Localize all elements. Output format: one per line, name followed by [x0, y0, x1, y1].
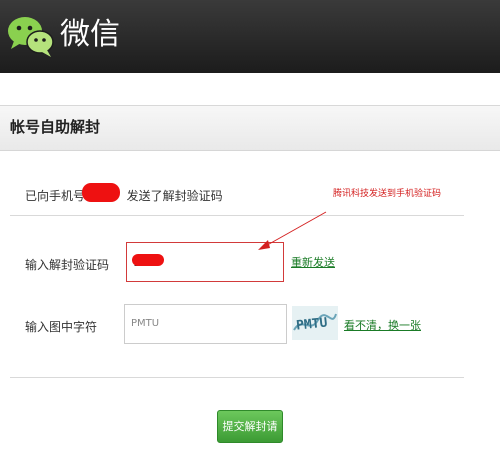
notice-suffix: 发送了解封验证码 [126, 189, 223, 203]
sms-sent-notice: 已向手机号1 发送了解封验证码 [25, 187, 223, 204]
submit-unlock-button[interactable]: 提交解封请求 [217, 410, 283, 464]
resend-link[interactable]: 重新发送 [291, 254, 335, 270]
char-label: 输入图中字符 [25, 320, 98, 334]
refresh-captcha-link[interactable]: 看不清，换一张 [344, 317, 421, 333]
section-header: 帐号自助解封 [0, 105, 500, 151]
captcha-image[interactable]: PMTU [292, 306, 338, 340]
code-label: 输入解封验证码 [25, 258, 110, 272]
top-bar: 微信 [0, 0, 500, 73]
redaction-mark-phone [82, 183, 120, 202]
captcha-input[interactable]: PMTU [124, 304, 287, 344]
divider-top [10, 215, 464, 216]
annotation-text: 腾讯科技发送到手机验证码 [333, 189, 442, 199]
app-title: 微信 [60, 17, 120, 52]
section-title: 帐号自助解封 [10, 118, 101, 136]
redaction-mark-code [132, 254, 164, 266]
header-spacer [0, 73, 500, 105]
divider-bottom [10, 377, 464, 378]
wechat-logo-icon [8, 17, 54, 57]
